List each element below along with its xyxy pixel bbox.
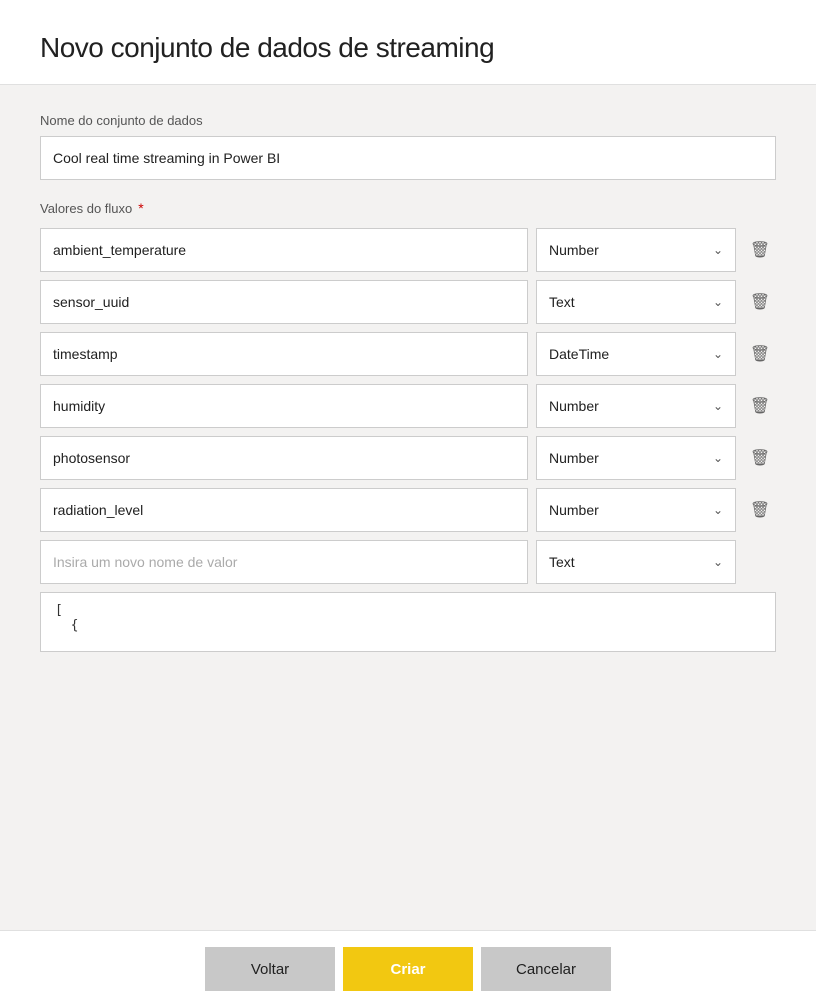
row-5-delete-button[interactable]: 🗑 bbox=[744, 442, 776, 474]
trash-icon: 🗑 bbox=[750, 240, 770, 260]
page-footer: Voltar Criar Cancelar bbox=[0, 930, 816, 1007]
row-6-delete-button[interactable]: 🗑 bbox=[744, 494, 776, 526]
dataset-name-section: Nome do conjunto de dados bbox=[40, 113, 776, 180]
page-title: Novo conjunto de dados de streaming bbox=[40, 32, 776, 64]
row-3-type-select[interactable]: DateTime ⌄ bbox=[536, 332, 736, 376]
row-3-delete-button[interactable]: 🗑 bbox=[744, 338, 776, 370]
flow-row-6: Number ⌄ 🗑 bbox=[40, 488, 776, 532]
flow-row-1: Number ⌄ 🗑 bbox=[40, 228, 776, 272]
json-preview: [ { bbox=[40, 592, 776, 652]
row-5-type-select[interactable]: Number ⌄ bbox=[536, 436, 736, 480]
page-content: Nome do conjunto de dados Valores do flu… bbox=[0, 85, 816, 930]
flow-values-section: Valores do fluxo * Number ⌄ 🗑 Text ⌄ 🗑 bbox=[40, 200, 776, 652]
row-2-delete-button[interactable]: 🗑 bbox=[744, 286, 776, 318]
row-4-type-select[interactable]: Number ⌄ bbox=[536, 384, 736, 428]
chevron-down-icon: ⌄ bbox=[713, 555, 723, 569]
row-4-name-input[interactable] bbox=[40, 384, 528, 428]
trash-icon: 🗑 bbox=[750, 396, 770, 416]
row-1-delete-button[interactable]: 🗑 bbox=[744, 234, 776, 266]
flow-row-4: Number ⌄ 🗑 bbox=[40, 384, 776, 428]
trash-icon: 🗑 bbox=[750, 500, 770, 520]
row-6-name-input[interactable] bbox=[40, 488, 528, 532]
row-3-name-input[interactable] bbox=[40, 332, 528, 376]
row-5-name-input[interactable] bbox=[40, 436, 528, 480]
dataset-name-input[interactable] bbox=[40, 136, 776, 180]
flow-values-label: Valores do fluxo * bbox=[40, 200, 776, 216]
chevron-down-icon: ⌄ bbox=[713, 243, 723, 257]
row-1-name-input[interactable] bbox=[40, 228, 528, 272]
chevron-down-icon: ⌄ bbox=[713, 451, 723, 465]
cancel-button[interactable]: Cancelar bbox=[481, 947, 611, 991]
page-header: Novo conjunto de dados de streaming bbox=[0, 0, 816, 85]
chevron-down-icon: ⌄ bbox=[713, 399, 723, 413]
trash-icon: 🗑 bbox=[750, 292, 770, 312]
back-button[interactable]: Voltar bbox=[205, 947, 335, 991]
new-row-type-select[interactable]: Text ⌄ bbox=[536, 540, 736, 584]
flow-row-3: DateTime ⌄ 🗑 bbox=[40, 332, 776, 376]
flow-row-new: Text ⌄ bbox=[40, 540, 776, 584]
new-row-name-input[interactable] bbox=[40, 540, 528, 584]
row-4-delete-button[interactable]: 🗑 bbox=[744, 390, 776, 422]
row-1-type-select[interactable]: Number ⌄ bbox=[536, 228, 736, 272]
flow-row-5: Number ⌄ 🗑 bbox=[40, 436, 776, 480]
chevron-down-icon: ⌄ bbox=[713, 347, 723, 361]
trash-icon: 🗑 bbox=[750, 448, 770, 468]
chevron-down-icon: ⌄ bbox=[713, 295, 723, 309]
required-star: * bbox=[138, 200, 143, 216]
row-6-type-select[interactable]: Number ⌄ bbox=[536, 488, 736, 532]
flow-row-2: Text ⌄ 🗑 bbox=[40, 280, 776, 324]
row-2-name-input[interactable] bbox=[40, 280, 528, 324]
chevron-down-icon: ⌄ bbox=[713, 503, 723, 517]
create-button[interactable]: Criar bbox=[343, 947, 473, 991]
trash-icon: 🗑 bbox=[750, 344, 770, 364]
row-2-type-select[interactable]: Text ⌄ bbox=[536, 280, 736, 324]
dataset-name-label: Nome do conjunto de dados bbox=[40, 113, 776, 128]
